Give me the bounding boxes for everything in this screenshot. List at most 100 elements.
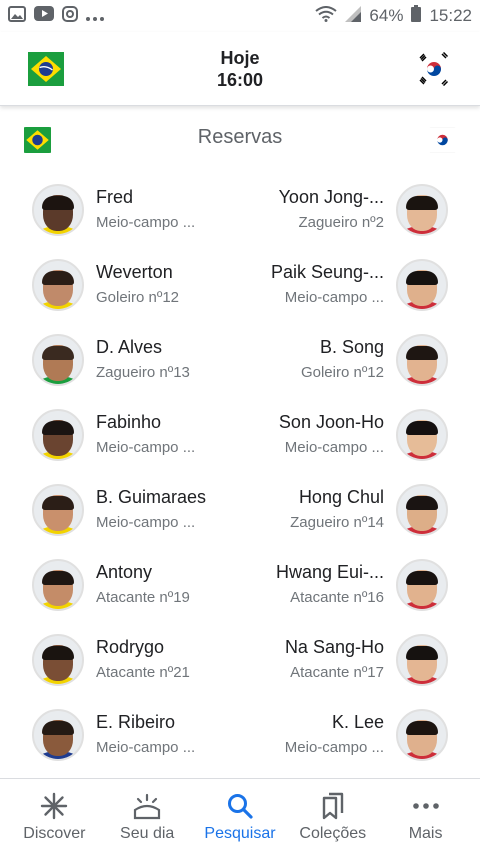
player-text: Yoon Jong-... Zagueiro nº2 [279,185,384,234]
reserves-section-header: Reservas [0,118,480,162]
bottom-nav: Discover Seu dia Pesquisar Coleções Mais [0,778,480,854]
player-avatar[interactable] [396,633,448,686]
home-player[interactable]: E. Ribeiro Meio-campo ... [32,708,240,761]
player-position: Zagueiro nº13 [96,364,190,381]
player-text: B. Guimaraes Meio-campo ... [96,485,206,534]
nav-discover[interactable]: Discover [9,791,99,843]
wifi-icon [315,5,338,27]
away-player[interactable]: Yoon Jong-... Zagueiro nº2 [240,183,448,236]
clock: 15:22 [429,6,472,25]
nav-colecoes[interactable]: Coleções [288,791,378,843]
player-avatar[interactable] [32,408,84,461]
avatar-hair [406,345,438,360]
home-player[interactable]: Rodrygo Atacante nº21 [32,633,240,686]
player-name: Fred [96,187,134,207]
section-title: Reservas [197,126,283,148]
player-name: Son Joon-Ho [278,412,384,432]
player-text: Na Sang-Ho Atacante nº17 [285,635,384,684]
player-position: Goleiro nº12 [96,289,180,306]
away-player[interactable]: Na Sang-Ho Atacante nº17 [240,633,448,686]
away-player[interactable]: Paik Seung-... Meio-campo ... [240,258,448,311]
player-avatar[interactable] [32,708,84,761]
player-position: Goleiro nº12 [300,364,384,381]
away-player[interactable]: Hwang Eui-... Atacante nº16 [240,558,448,611]
battery-percent: 64% [369,6,404,25]
nav-pesquisar[interactable]: Pesquisar [195,791,285,843]
korea-flag-small-icon [429,127,456,153]
player-text: Fred Meio-campo ... [96,185,195,234]
player-position: Zagueiro nº2 [298,214,384,231]
sunrise-icon [132,791,162,821]
player-name: Paik Seung-... [270,262,384,282]
nav-seu-dia[interactable]: Seu dia [102,791,192,843]
home-player[interactable]: Antony Atacante nº19 [32,558,240,611]
player-text: Hwang Eui-... Atacante nº16 [276,560,384,609]
avatar-hair [42,645,74,660]
player-avatar[interactable] [32,183,84,236]
reserves-list: Fred Meio-campo ... Yoon Jong-... Zagueiro … [0,172,480,772]
away-player[interactable]: Son Joon-Ho Meio-campo ... [240,408,448,461]
match-day: Hoje [220,47,260,68]
player-row: Weverton Goleiro nº12 Paik Seung-... Meio-c… [0,247,480,322]
nav-mais-label: Mais [408,824,443,842]
player-avatar[interactable] [32,258,84,311]
away-player[interactable]: Hong Chul Zagueiro nº14 [240,483,448,536]
player-avatar[interactable] [396,333,448,386]
away-player[interactable]: B. Song Goleiro nº12 [240,333,448,386]
player-name: Na Sang-Ho [284,637,384,657]
player-text: E. Ribeiro Meio-campo ... [96,710,195,759]
player-text: Paik Seung-... Meio-campo ... [271,260,384,309]
avatar-hair [42,345,74,360]
player-avatar[interactable] [396,258,448,311]
home-player[interactable]: D. Alves Zagueiro nº13 [32,333,240,386]
avatar-hair [42,270,74,285]
player-avatar[interactable] [396,483,448,536]
player-row: D. Alves Zagueiro nº13 B. Song Goleiro nº12 [0,322,480,397]
player-name: Rodrygo [96,637,165,657]
player-avatar[interactable] [32,483,84,536]
avatar-hair [406,420,438,435]
player-row: Fred Meio-campo ... Yoon Jong-... Zagueiro … [0,172,480,247]
player-avatar[interactable] [396,183,448,236]
player-avatar[interactable] [32,558,84,611]
player-avatar[interactable] [396,408,448,461]
player-name: Weverton [96,262,173,282]
player-text: Fabinho Meio-campo ... [96,410,195,459]
player-name: K. Lee [331,712,384,732]
player-avatar[interactable] [32,333,84,386]
player-name: B. Song [319,337,384,357]
player-name: Hwang Eui-... [275,562,384,582]
brazil-flag-icon[interactable] [28,51,64,86]
home-player[interactable]: Weverton Goleiro nº12 [32,258,240,311]
player-name: Antony [96,562,153,582]
player-avatar[interactable] [396,708,448,761]
home-player[interactable]: Fred Meio-campo ... [32,183,240,236]
nav-pesquisar-label: Pesquisar [204,824,276,842]
player-avatar[interactable] [32,633,84,686]
avatar-hair [406,270,438,285]
home-player[interactable]: Fabinho Meio-campo ... [32,408,240,461]
bookmarks-icon [318,791,348,821]
korea-flag-icon[interactable] [415,51,452,86]
status-left [8,5,104,27]
youtube-icon [34,6,54,26]
player-text: K. Lee Meio-campo ... [285,710,384,759]
player-position: Meio-campo ... [284,439,384,456]
battery-icon [411,5,422,27]
avatar-hair [42,720,74,735]
player-position: Meio-campo ... [284,289,384,306]
more-dots-icon [411,791,441,821]
match-header: Hoje 16:00 [0,32,480,106]
player-avatar[interactable] [396,558,448,611]
player-row: E. Ribeiro Meio-campo ... K. Lee Meio-campo… [0,697,480,772]
player-position: Atacante nº19 [96,589,190,606]
match-hour: 16:00 [216,69,264,90]
away-player[interactable]: K. Lee Meio-campo ... [240,708,448,761]
player-position: Atacante nº17 [290,664,384,681]
instagram-icon [62,5,78,27]
player-text: D. Alves Zagueiro nº13 [96,335,190,384]
nav-mais[interactable]: Mais [381,791,471,843]
avatar-hair [406,720,438,735]
home-player[interactable]: B. Guimaraes Meio-campo ... [32,483,240,536]
player-position: Zagueiro nº14 [290,514,384,531]
